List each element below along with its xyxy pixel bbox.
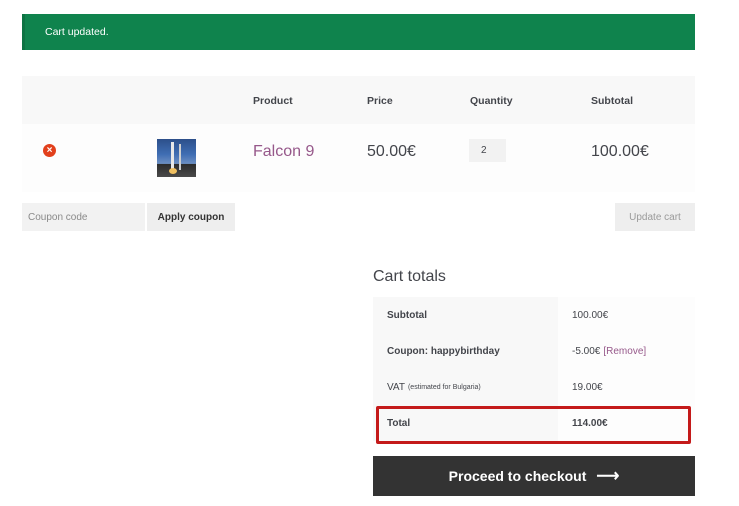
cart-table: Product Price Quantity Subtotal × — [22, 76, 695, 192]
update-cart-button[interactable]: Update cart — [615, 203, 695, 231]
quantity-input[interactable] — [469, 139, 506, 162]
remove-item-icon[interactable]: × — [43, 144, 56, 157]
totals-row-total: Total 114.00€ — [373, 405, 695, 441]
coupon-label: Coupon: happybirthday — [373, 333, 558, 369]
subtotal-label: Subtotal — [373, 297, 558, 333]
notice-message: Cart updated. — [45, 26, 109, 38]
totals-row-subtotal: Subtotal 100.00€ — [373, 297, 695, 333]
vat-label: VAT — [387, 381, 405, 393]
vat-label-cell: VAT (estimated for Bulgaria) — [373, 369, 558, 405]
checkout-label: Proceed to checkout — [448, 468, 587, 484]
header-subtotal: Subtotal — [591, 95, 633, 107]
cart-totals-table: Subtotal 100.00€ Coupon: happybirthday -… — [373, 297, 695, 441]
proceed-to-checkout-button[interactable]: Proceed to checkout ⟶ — [373, 456, 695, 496]
apply-coupon-button[interactable]: Apply coupon — [147, 203, 235, 231]
coupon-value-cell: -5.00€ [Remove] — [558, 333, 695, 369]
row-subtotal: 100.00€ — [591, 143, 649, 160]
totals-row-coupon: Coupon: happybirthday -5.00€ [Remove] — [373, 333, 695, 369]
product-price: 50.00€ — [367, 143, 416, 160]
coupon-value: -5.00€ — [572, 345, 601, 357]
coupon-remove-link[interactable]: [Remove] — [603, 346, 646, 357]
header-quantity: Quantity — [470, 95, 513, 107]
arrow-right-icon: ⟶ — [596, 468, 620, 485]
header-price: Price — [367, 95, 393, 107]
header-product: Product — [253, 95, 293, 107]
product-name-link[interactable]: Falcon 9 — [253, 143, 314, 161]
total-label: Total — [373, 405, 558, 441]
vat-value: 19.00€ — [558, 369, 695, 405]
subtotal-value: 100.00€ — [558, 297, 695, 333]
rocket-graphic — [171, 142, 174, 170]
totals-row-vat: VAT (estimated for Bulgaria) 19.00€ — [373, 369, 695, 405]
total-value: 114.00€ — [558, 405, 695, 441]
flame-graphic — [169, 168, 177, 174]
cart-updated-notice: Cart updated. — [22, 14, 695, 50]
product-thumbnail[interactable] — [157, 139, 196, 177]
tower-graphic — [179, 144, 181, 170]
coupon-code-input[interactable] — [22, 203, 145, 231]
vat-note: (estimated for Bulgaria) — [407, 383, 481, 391]
cart-table-header: Product Price Quantity Subtotal — [22, 76, 695, 124]
cart-totals-heading: Cart totals — [373, 268, 446, 285]
